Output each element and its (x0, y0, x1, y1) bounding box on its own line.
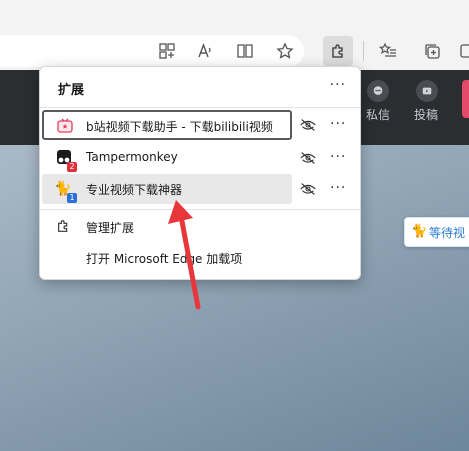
red-arrow-annotation (168, 200, 201, 310)
arrow-shaft (178, 213, 201, 310)
arrow-head (168, 200, 193, 224)
